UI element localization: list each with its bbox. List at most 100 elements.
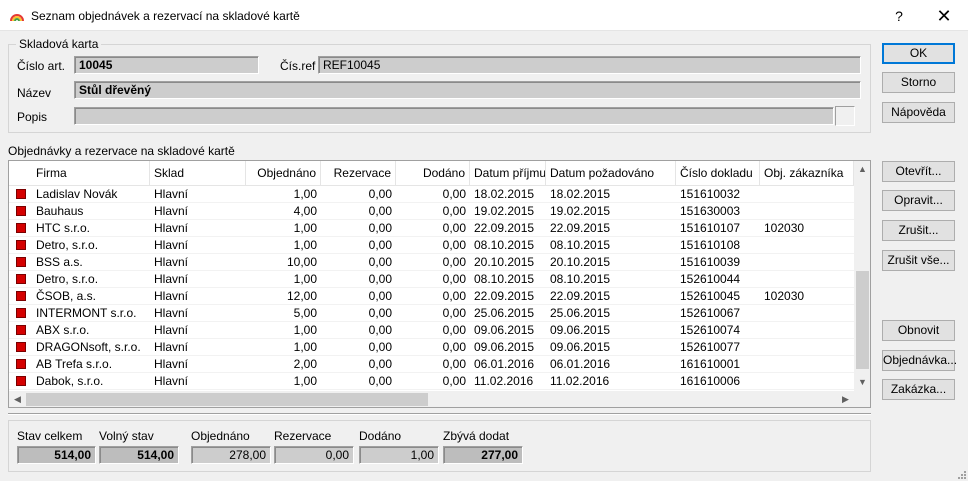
cell-rezervace: 0,00	[368, 357, 392, 371]
cell-objednano: 1,00	[293, 187, 317, 201]
cell-objednano: 1,00	[293, 374, 317, 388]
cell-cislo-dokladu: 161610001	[680, 357, 741, 371]
grid-header: Firma Sklad Objednáno Rezervace Dodáno D…	[9, 161, 854, 185]
separator	[8, 413, 871, 415]
cislo-art-field[interactable]: 10045	[74, 56, 259, 74]
cell-objednano: 1,00	[293, 238, 317, 252]
storno-button[interactable]: Storno	[882, 72, 955, 93]
cell-datum-prijmu: 22.09.2015	[474, 221, 535, 235]
col-header-datum-pozadovano[interactable]: Datum požadováno	[546, 161, 676, 185]
cell-dodano: 0,00	[442, 255, 466, 269]
cell-sklad: Hlavní	[154, 204, 189, 218]
cell-firma: DRAGONsoft, s.r.o.	[36, 340, 141, 354]
ok-button[interactable]: OK	[882, 43, 955, 64]
nazev-field[interactable]: Stůl dřevěný	[74, 81, 861, 99]
cell-dodano: 0,00	[442, 340, 466, 354]
opravit-button[interactable]: Opravit...	[882, 190, 955, 211]
col-header-datum-prijmu[interactable]: Datum příjmu	[470, 161, 546, 185]
scroll-right-icon[interactable]: ▶	[837, 391, 854, 407]
cell-datum-prijmu: 20.10.2015	[474, 255, 535, 269]
cell-rezervace: 0,00	[368, 306, 392, 320]
table-row[interactable]: AB Trefa s.r.o. Hlavní 2,00 0,00 0,00 06.01.2…	[9, 356, 854, 373]
popis-field[interactable]	[74, 107, 834, 125]
cell-objednano: 4,00	[293, 204, 317, 218]
cell-datum-pozadovano: 22.09.2015	[550, 289, 611, 303]
table-row[interactable]: DRAGONsoft, s.r.o. Hlavní 1,00 0,00 0,00 09.0…	[9, 339, 854, 356]
table-row[interactable]: HTC s.r.o. Hlavní 1,00 0,00 0,00 22.09.2015 22…	[9, 220, 854, 237]
cell-rezervace: 0,00	[368, 289, 392, 303]
scroll-left-icon[interactable]: ◀	[9, 391, 26, 407]
zrusit-button[interactable]: Zrušit...	[882, 220, 955, 241]
cell-sklad: Hlavní	[154, 187, 189, 201]
volny-stav-field: 514,00	[99, 446, 179, 464]
cell-cislo-dokladu: 152610074	[680, 323, 741, 337]
cell-sklad: Hlavní	[154, 221, 189, 235]
close-button[interactable]: ✕	[926, 4, 962, 28]
col-header-obj-zakaznika[interactable]: Obj. zákazníka	[760, 161, 854, 185]
cell-cislo-dokladu: 152610044	[680, 272, 741, 286]
table-row[interactable]: BSS a.s. Hlavní 10,00 0,00 0,00 20.10.2015 20.…	[9, 254, 854, 271]
cell-obj-zakaznika	[760, 373, 854, 390]
cell-objednano: 2,00	[293, 357, 317, 371]
scroll-up-icon[interactable]: ▲	[854, 161, 870, 178]
col-header-objednano[interactable]: Objednáno	[246, 161, 321, 185]
cell-firma: ČSOB, a.s.	[36, 289, 97, 303]
cell-datum-prijmu: 06.01.2016	[474, 357, 535, 371]
table-row[interactable]: Detro, s.r.o. Hlavní 1,00 0,00 0,00 08.10.201…	[9, 237, 854, 254]
table-row[interactable]: Ladislav Novák Hlavní 1,00 0,00 0,00 18.02.20…	[9, 186, 854, 203]
zakazka-button[interactable]: Zakázka...	[882, 379, 955, 400]
cell-rezervace: 0,00	[368, 204, 392, 218]
cell-obj-zakaznika	[760, 186, 854, 203]
cell-datum-prijmu: 08.10.2015	[474, 238, 535, 252]
horizontal-scroll-thumb[interactable]	[26, 393, 428, 406]
horizontal-scrollbar[interactable]: ◀ ▶	[9, 391, 854, 407]
col-header-cislo-dokladu[interactable]: Číslo dokladu	[676, 161, 760, 185]
cell-datum-pozadovano: 09.06.2015	[550, 340, 611, 354]
volny-stav-label: Volný stav	[99, 429, 154, 443]
cell-obj-zakaznika	[760, 322, 854, 339]
objednano-label: Objednáno	[191, 429, 250, 443]
cell-sklad: Hlavní	[154, 340, 189, 354]
col-header-rezervace[interactable]: Rezervace	[321, 161, 396, 185]
cell-rezervace: 0,00	[368, 255, 392, 269]
napoveda-button[interactable]: Nápověda	[882, 102, 955, 123]
zrusit-vse-button[interactable]: Zrušit vše...	[882, 250, 955, 271]
help-button[interactable]: ?	[884, 4, 914, 28]
rezervace-label: Rezervace	[274, 429, 332, 443]
cell-firma: BSS a.s.	[36, 255, 83, 269]
cell-datum-prijmu: 18.02.2015	[474, 187, 535, 201]
cell-obj-zakaznika	[760, 271, 854, 288]
popis-expand-button[interactable]	[835, 106, 855, 126]
orders-grid[interactable]: Firma Sklad Objednáno Rezervace Dodáno D…	[8, 160, 871, 408]
obnovit-button[interactable]: Obnovit	[882, 320, 955, 341]
cell-obj-zakaznika	[760, 305, 854, 322]
table-row[interactable]: Detro, s.r.o. Hlavní 1,00 0,00 0,00 08.10.201…	[9, 271, 854, 288]
orders-section-title: Objednávky a rezervace na skladové kartě	[8, 144, 235, 158]
resize-grip-icon[interactable]	[956, 469, 966, 479]
app-icon	[10, 14, 24, 22]
table-row[interactable]: Dabok, s.r.o. Hlavní 1,00 0,00 0,00 11.02.201…	[9, 373, 854, 390]
otevrit-button[interactable]: Otevřít...	[882, 161, 955, 182]
cell-firma: Bauhaus	[36, 204, 84, 218]
col-header-firma[interactable]: Firma	[9, 161, 150, 185]
cell-sklad: Hlavní	[154, 272, 189, 286]
col-header-dodano[interactable]: Dodáno	[396, 161, 470, 185]
table-row[interactable]: Bauhaus Hlavní 4,00 0,00 0,00 19.02.2015 19.02…	[9, 203, 854, 220]
vertical-scroll-thumb[interactable]	[856, 271, 869, 369]
table-row[interactable]: ABX s.r.o. Hlavní 1,00 0,00 0,00 09.06.2015 09…	[9, 322, 854, 339]
scroll-down-icon[interactable]: ▼	[854, 374, 870, 391]
cell-rezervace: 0,00	[368, 323, 392, 337]
vertical-scrollbar[interactable]: ▲ ▼	[854, 161, 870, 391]
ok-label: OK	[909, 46, 928, 60]
cell-cislo-dokladu: 161610006	[680, 374, 741, 388]
cell-dodano: 0,00	[442, 238, 466, 252]
col-header-sklad[interactable]: Sklad	[150, 161, 246, 185]
cell-datum-pozadovano: 22.09.2015	[550, 221, 611, 235]
cis-ref-field[interactable]: REF10045	[318, 56, 861, 74]
zbyva-dodat-field: 277,00	[443, 446, 523, 464]
objednavka-button[interactable]: Objednávka...	[882, 350, 957, 371]
cell-obj-zakaznika	[760, 203, 854, 220]
cell-objednano: 1,00	[293, 272, 317, 286]
table-row[interactable]: INTERMONT s.r.o. Hlavní 5,00 0,00 0,00 25.06.…	[9, 305, 854, 322]
table-row[interactable]: ČSOB, a.s. Hlavní 12,00 0,00 0,00 22.09.2015 2…	[9, 288, 854, 305]
